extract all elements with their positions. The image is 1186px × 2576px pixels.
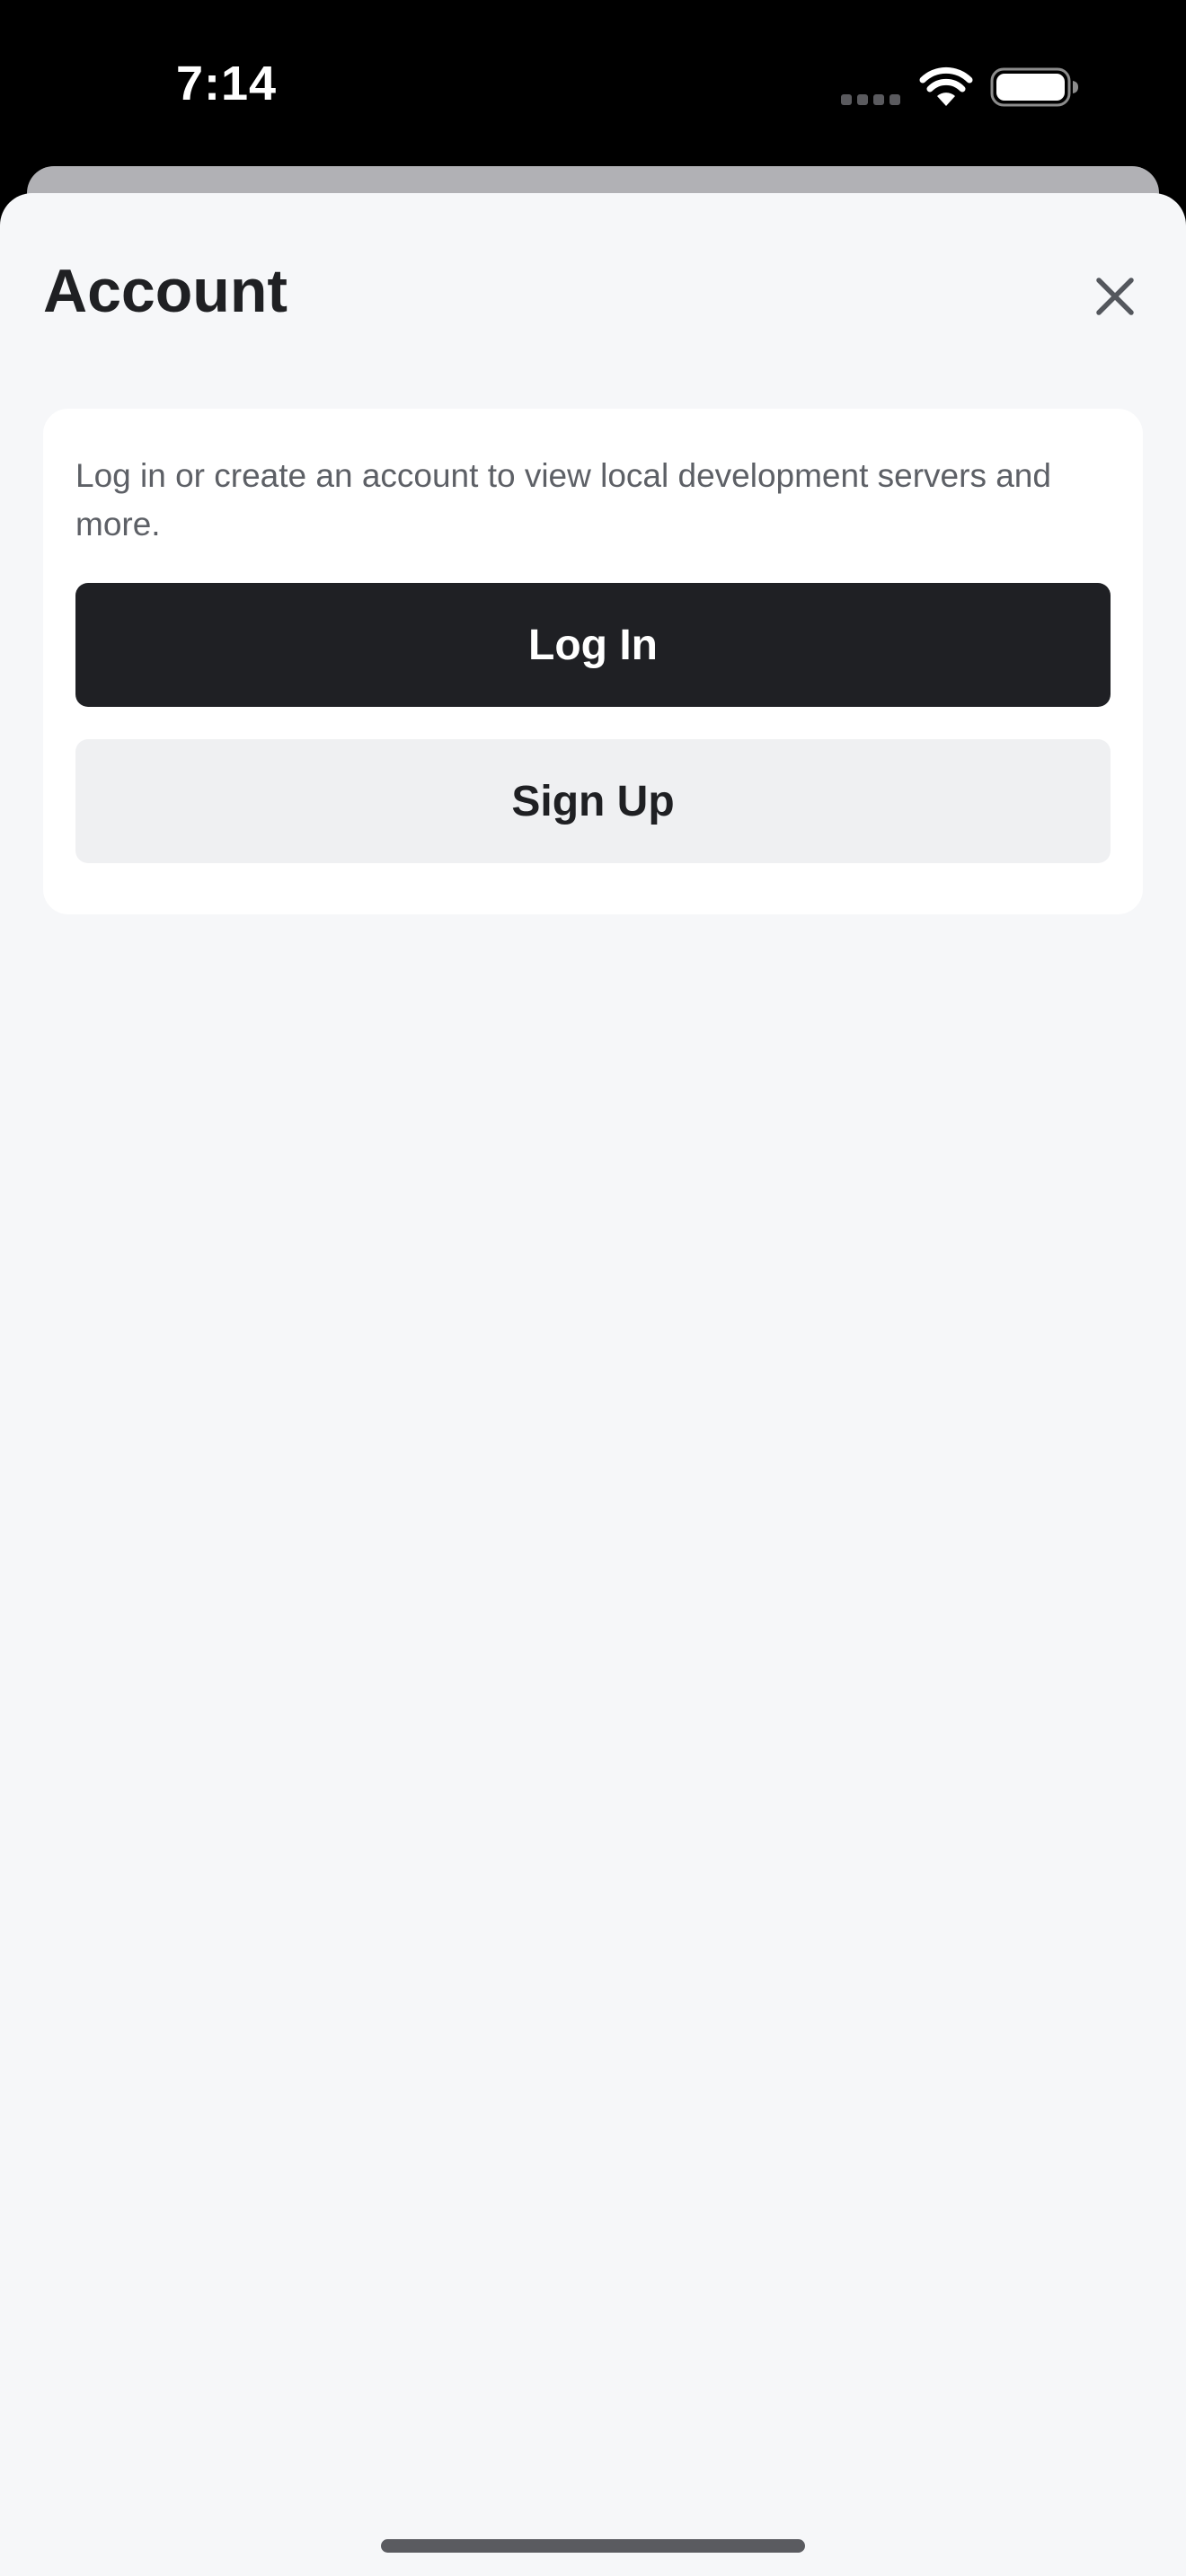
account-sheet: Account Log in or create an account to v… bbox=[0, 193, 1186, 2576]
close-icon bbox=[1096, 278, 1134, 315]
battery-icon bbox=[990, 67, 1078, 107]
close-button[interactable] bbox=[1085, 267, 1145, 326]
home-indicator bbox=[381, 2539, 805, 2553]
status-time: 7:14 bbox=[176, 57, 278, 110]
login-button[interactable]: Log In bbox=[75, 583, 1111, 707]
status-bar: 7:14 bbox=[0, 0, 1186, 171]
page-title: Account bbox=[43, 257, 288, 325]
signup-button[interactable]: Sign Up bbox=[75, 739, 1111, 863]
account-description: Log in or create an account to view loca… bbox=[75, 457, 1051, 543]
account-card: Log in or create an account to view loca… bbox=[43, 409, 1143, 914]
wifi-icon bbox=[919, 66, 973, 106]
cellular-signal-icon bbox=[841, 94, 900, 105]
